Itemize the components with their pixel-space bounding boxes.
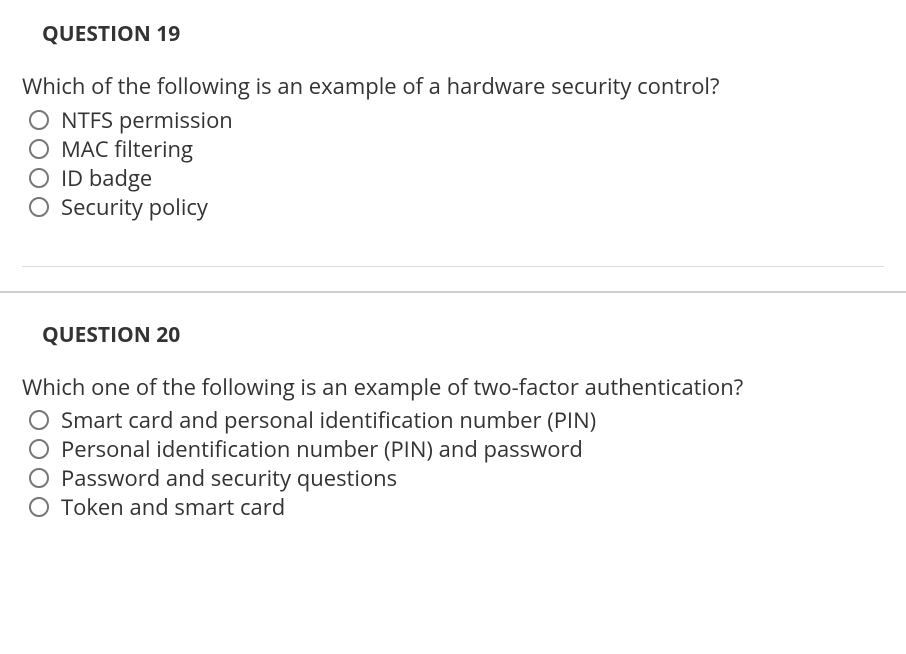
option-label: MAC filtering — [61, 138, 193, 160]
option-label: Password and security questions — [61, 467, 397, 489]
section-divider — [0, 291, 906, 293]
option-row: Token and smart card — [28, 496, 884, 518]
question-block-20: QUESTION 20 Which one of the following i… — [0, 321, 906, 519]
radio-icon[interactable] — [28, 438, 50, 460]
options-group: NTFS permission MAC filtering ID badge S… — [28, 109, 884, 218]
option-label: Security policy — [61, 196, 208, 218]
question-prompt: Which of the following is an example of … — [22, 72, 884, 102]
option-label: Smart card and personal identification n… — [61, 409, 596, 431]
option-row: ID badge — [28, 167, 884, 189]
quiz-page: QUESTION 19 Which of the following is an… — [0, 20, 906, 518]
option-row: Personal identification number (PIN) and… — [28, 438, 884, 460]
option-row: MAC filtering — [28, 138, 884, 160]
option-label: Token and smart card — [61, 496, 285, 518]
options-group: Smart card and personal identification n… — [28, 409, 884, 518]
option-row: Password and security questions — [28, 467, 884, 489]
option-label: ID badge — [61, 167, 152, 189]
radio-icon[interactable] — [28, 467, 50, 489]
question-heading: QUESTION 20 — [42, 321, 884, 349]
radio-icon[interactable] — [28, 496, 50, 518]
question-prompt: Which one of the following is an example… — [22, 373, 884, 403]
option-row: NTFS permission — [28, 109, 884, 131]
option-label: NTFS permission — [61, 109, 233, 131]
radio-icon[interactable] — [28, 167, 50, 189]
radio-icon[interactable] — [28, 409, 50, 431]
radio-icon[interactable] — [28, 138, 50, 160]
radio-icon[interactable] — [28, 196, 50, 218]
radio-icon[interactable] — [28, 109, 50, 131]
question-block-19: QUESTION 19 Which of the following is an… — [0, 20, 906, 218]
option-label: Personal identification number (PIN) and… — [61, 438, 583, 460]
option-row: Smart card and personal identification n… — [28, 409, 884, 431]
option-row: Security policy — [28, 196, 884, 218]
divider — [22, 266, 884, 267]
question-heading: QUESTION 19 — [42, 20, 884, 48]
